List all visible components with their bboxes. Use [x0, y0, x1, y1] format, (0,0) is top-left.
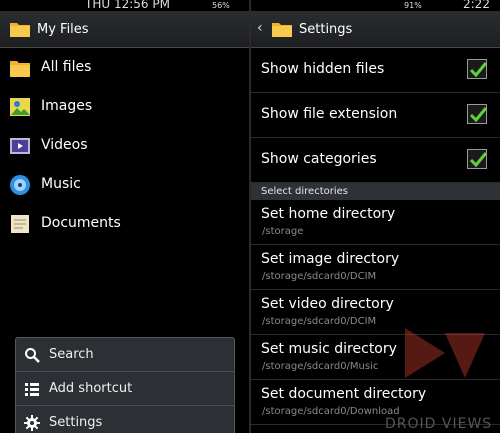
title-bar: ‹ Settings: [251, 11, 500, 48]
checkmark-icon: [469, 62, 488, 78]
setting-label: Show hidden files: [261, 61, 385, 77]
setting-label: Show categories: [261, 151, 377, 167]
nav-label: Documents: [41, 215, 121, 231]
status-time: 2:22: [463, 0, 490, 11]
videos-icon: [10, 138, 30, 154]
dir-path: /storage/sdcard0/Music: [262, 361, 379, 372]
menu-label: Search: [49, 347, 94, 362]
checkbox[interactable]: [467, 59, 488, 79]
nav-item-all-files[interactable]: All files: [0, 48, 249, 87]
dir-path: /storage/sdcard0/DCIM: [262, 271, 377, 282]
watermark: DROID VIEWS: [375, 318, 495, 432]
nav-item-music[interactable]: Music: [0, 165, 249, 204]
options-menu: Search Add shortcut Settings: [15, 337, 235, 433]
nav-label: Music: [41, 176, 81, 192]
nav-label: Videos: [41, 137, 88, 153]
dir-path: /storage: [262, 226, 304, 237]
checkbox[interactable]: [467, 149, 488, 169]
folder-icon: [10, 61, 30, 77]
nav-item-videos[interactable]: Videos: [0, 126, 249, 165]
section-header: Select directories: [251, 183, 500, 200]
watermark-text: DROID VIEWS: [385, 416, 493, 432]
images-icon: [10, 98, 30, 116]
status-bar: 91% 2:22: [251, 0, 500, 11]
menu-item-search[interactable]: Search: [16, 338, 234, 372]
gear-icon: [24, 415, 40, 431]
settings-panel: 91% 2:22 ‹ Settings Show hidden files Sh…: [251, 0, 500, 433]
documents-icon: [11, 215, 29, 233]
add-shortcut-icon: [25, 383, 39, 396]
dir-title: Set home directory: [261, 206, 396, 222]
folder-icon: [272, 23, 292, 37]
nav-label: Images: [41, 98, 93, 114]
watermark-logo: [405, 328, 485, 378]
dir-title: Set video directory: [261, 296, 394, 312]
dir-home[interactable]: Set home directory /storage: [251, 200, 500, 245]
setting-label: Show file extension: [261, 106, 398, 122]
setting-show-categories[interactable]: Show categories: [251, 138, 500, 183]
battery-level: 56%: [212, 1, 230, 10]
nav-label: All files: [41, 59, 92, 75]
dir-title: Set image directory: [261, 251, 400, 267]
dir-image[interactable]: Set image directory /storage/sdcard0/DCI…: [251, 245, 500, 290]
my-files-panel: THU 12:56 PM 56% My Files All files Imag…: [0, 0, 249, 433]
menu-label: Settings: [49, 415, 103, 430]
search-icon: [25, 348, 40, 363]
nav-item-images[interactable]: Images: [0, 87, 249, 126]
checkmark-icon: [469, 107, 488, 123]
checkbox[interactable]: [467, 104, 488, 124]
setting-show-file-extension[interactable]: Show file extension: [251, 93, 500, 138]
menu-item-add-shortcut[interactable]: Add shortcut: [16, 372, 234, 406]
setting-show-hidden-files[interactable]: Show hidden files: [251, 48, 500, 93]
menu-label: Add shortcut: [49, 381, 133, 396]
music-icon: [10, 175, 30, 195]
folder-icon: [10, 23, 30, 37]
battery-level: 91%: [404, 1, 422, 10]
status-bar: THU 12:56 PM 56%: [0, 0, 249, 11]
back-arrow-icon[interactable]: ‹: [257, 20, 263, 36]
page-title: Settings: [299, 22, 353, 37]
page-title: My Files: [37, 22, 89, 37]
dir-path: /storage/sdcard0/DCIM: [262, 316, 377, 327]
menu-item-settings[interactable]: Settings: [16, 406, 234, 433]
nav-item-documents[interactable]: Documents: [0, 204, 249, 243]
checkmark-icon: [469, 152, 488, 168]
title-bar: My Files: [0, 11, 249, 48]
status-time: THU 12:56 PM: [85, 0, 170, 11]
nav-list: All files Images Videos Music Documents: [0, 48, 249, 243]
